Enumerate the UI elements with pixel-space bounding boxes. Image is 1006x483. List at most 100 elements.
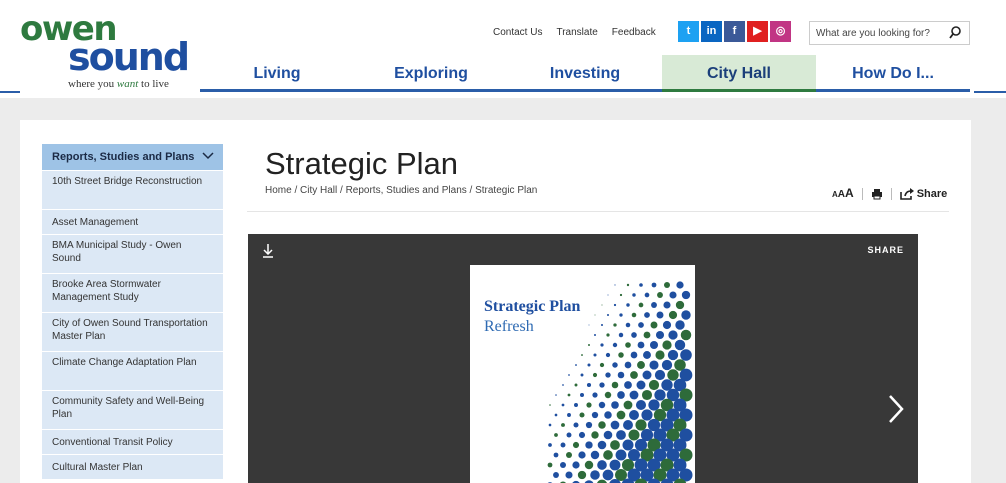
nav-tab-exploring[interactable]: Exploring bbox=[354, 55, 508, 92]
cover-dot bbox=[631, 312, 637, 318]
share-label: Share bbox=[916, 188, 948, 200]
contact-us-link[interactable]: Contact Us bbox=[493, 27, 542, 38]
cover-dot bbox=[561, 403, 565, 407]
cover-dot bbox=[662, 320, 672, 330]
cover-dot bbox=[610, 420, 620, 430]
cover-dot bbox=[590, 450, 600, 460]
cover-dot bbox=[655, 330, 665, 340]
cover-dot bbox=[668, 310, 678, 320]
cover-dot bbox=[594, 334, 596, 336]
cover-dot bbox=[648, 379, 660, 391]
cover-dot bbox=[663, 301, 671, 309]
tools-divider bbox=[890, 188, 892, 200]
cover-dot bbox=[639, 283, 643, 287]
sidebar-item-bma-study[interactable]: BMA Municipal Study - Owen Sound bbox=[42, 234, 223, 273]
cover-dot bbox=[573, 422, 579, 428]
cover-dot bbox=[661, 379, 673, 391]
cover-dot bbox=[638, 322, 644, 328]
nav-rule-left bbox=[0, 91, 20, 93]
download-icon[interactable] bbox=[261, 243, 275, 259]
translate-link[interactable]: Translate bbox=[556, 27, 597, 38]
cover-dot bbox=[548, 443, 552, 447]
cover-dot bbox=[561, 423, 565, 427]
text-size-controls[interactable]: AAA bbox=[832, 186, 854, 202]
sidebar-item-brooke-stormwater[interactable]: Brooke Area Stormwater Management Study bbox=[42, 273, 223, 312]
cover-dot bbox=[675, 320, 685, 330]
sidebar-item-transit-policy[interactable]: Conventional Transit Policy bbox=[42, 429, 223, 454]
cover-dot bbox=[548, 423, 552, 427]
cover-dot bbox=[555, 394, 557, 396]
cover-dot bbox=[585, 421, 593, 429]
cover-dot bbox=[643, 351, 651, 359]
viewer-share-button[interactable]: SHARE bbox=[867, 244, 904, 256]
sidebar-item-transportation-plan[interactable]: City of Owen Sound Transportation Master… bbox=[42, 312, 223, 351]
cover-dot bbox=[575, 364, 577, 366]
cover-dot bbox=[649, 340, 659, 350]
cover-dot bbox=[567, 413, 571, 417]
search-input[interactable] bbox=[810, 22, 945, 44]
search-icon[interactable] bbox=[949, 25, 961, 41]
cover-dot bbox=[580, 373, 584, 377]
cover-dot bbox=[662, 340, 672, 350]
cover-dot bbox=[669, 291, 677, 299]
nav-tab-how-do-i[interactable]: How Do I... bbox=[816, 55, 970, 92]
cover-dot bbox=[600, 323, 604, 327]
print-icon[interactable] bbox=[871, 188, 883, 200]
instagram-icon[interactable]: ◎ bbox=[770, 21, 791, 42]
cover-dot bbox=[626, 303, 630, 307]
cover-dot bbox=[655, 350, 665, 360]
cover-dot bbox=[591, 411, 599, 419]
cover-dot bbox=[597, 440, 607, 450]
logo-tagline: where you want to live bbox=[68, 78, 169, 90]
cover-dot bbox=[641, 409, 653, 421]
nav-tab-city-hall[interactable]: City Hall bbox=[662, 55, 816, 92]
cover-dot bbox=[584, 460, 594, 470]
twitter-icon[interactable]: t bbox=[678, 21, 699, 42]
next-page-arrow-icon[interactable] bbox=[886, 393, 906, 425]
cover-dot bbox=[657, 292, 663, 298]
sidebar-heading[interactable]: Reports, Studies and Plans bbox=[42, 144, 223, 170]
sidebar-item-10th-street-bridge[interactable]: 10th Street Bridge Reconstruction bbox=[42, 170, 223, 209]
cover-dot bbox=[602, 469, 614, 481]
cover-dot bbox=[566, 432, 572, 438]
cover-dot bbox=[572, 461, 580, 469]
cover-dot bbox=[601, 304, 603, 306]
cover-dot bbox=[681, 310, 691, 320]
owen-sound-logo[interactable]: owen sound where you want to live bbox=[20, 12, 190, 94]
site-search bbox=[809, 21, 970, 45]
cover-dot bbox=[630, 371, 638, 379]
cover-dot bbox=[625, 342, 631, 348]
cover-dot bbox=[644, 312, 650, 318]
facebook-icon[interactable]: f bbox=[724, 21, 745, 42]
cover-dot bbox=[632, 293, 636, 297]
cover-dot bbox=[635, 419, 647, 431]
page-title: Strategic Plan bbox=[265, 146, 458, 181]
cover-dot bbox=[588, 324, 590, 326]
cover-dot bbox=[560, 442, 566, 448]
cover-dot bbox=[623, 420, 633, 430]
cover-dot bbox=[591, 431, 599, 439]
cover-dot bbox=[676, 281, 684, 289]
linkedin-icon[interactable]: in bbox=[701, 21, 722, 42]
cover-dot bbox=[578, 431, 586, 439]
feedback-link[interactable]: Feedback bbox=[612, 27, 656, 38]
cover-dot bbox=[585, 441, 593, 449]
cover-dot bbox=[618, 332, 624, 338]
cover-dot bbox=[624, 361, 632, 369]
sidebar-item-community-safety[interactable]: Community Safety and Well-Being Plan bbox=[42, 390, 223, 429]
share-button[interactable]: Share bbox=[899, 187, 948, 201]
cover-dot bbox=[629, 390, 639, 400]
cover-dot bbox=[667, 349, 679, 361]
nav-tab-investing[interactable]: Investing bbox=[508, 55, 662, 92]
youtube-icon[interactable]: ▶ bbox=[747, 21, 768, 42]
sidebar-item-cultural-master-plan[interactable]: Cultural Master Plan bbox=[42, 454, 223, 479]
sidebar-item-climate-change[interactable]: Climate Change Adaptation Plan bbox=[42, 351, 223, 390]
cover-dot bbox=[606, 333, 610, 337]
cover-dot bbox=[668, 330, 678, 340]
cover-dot bbox=[635, 399, 647, 411]
sidebar-item-asset-management[interactable]: Asset Management bbox=[42, 209, 223, 234]
cover-dot bbox=[587, 363, 591, 367]
nav-tab-living[interactable]: Living bbox=[200, 55, 354, 92]
cover-dot bbox=[593, 353, 597, 357]
cover-dot bbox=[667, 369, 679, 381]
